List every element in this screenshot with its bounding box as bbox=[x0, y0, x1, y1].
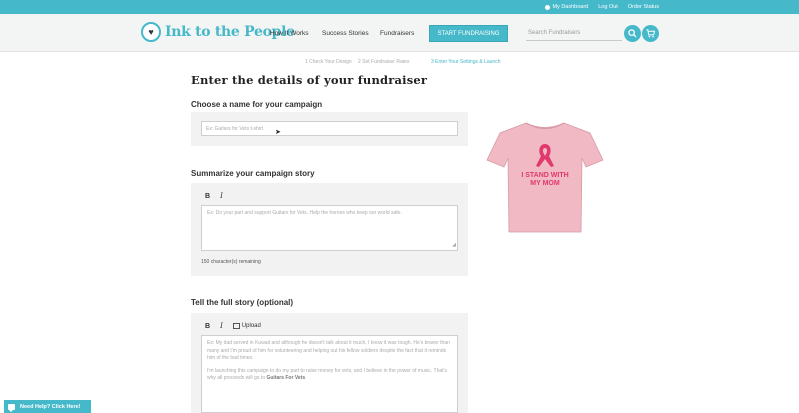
full-story-bold-button[interactable]: B bbox=[205, 323, 210, 330]
summary-toolbar: B I bbox=[205, 192, 223, 200]
mouse-cursor-icon: ➤ bbox=[275, 129, 281, 136]
my-dashboard-link[interactable]: My Dashboard bbox=[545, 4, 588, 10]
full-story-panel: B I Upload Ex: My dad served in Kuwait a… bbox=[191, 313, 468, 413]
summary-italic-button[interactable]: I bbox=[220, 192, 223, 200]
summary-bold-button[interactable]: B bbox=[205, 193, 210, 200]
characters-remaining: 150 character(s) remaining bbox=[201, 259, 261, 265]
campaign-summary-textarea[interactable]: Ex: Do your part and support Guitars for… bbox=[201, 205, 458, 251]
step-set-rates[interactable]: 2 Set Fundraiser Rates bbox=[358, 59, 409, 65]
paragraph-2-suffix: . bbox=[305, 375, 307, 381]
full-story-textarea[interactable]: Ex: My dad served in Kuwait and although… bbox=[201, 335, 458, 413]
need-help-label: Need Help? Click Here! bbox=[20, 403, 81, 410]
nav-how-it-works[interactable]: How It Works bbox=[270, 30, 309, 37]
shirt-line-2: MY MOM bbox=[530, 180, 560, 187]
site-header: ♥ Ink to the People How It Works Success… bbox=[0, 14, 799, 52]
resize-handle-icon[interactable]: ◢ bbox=[452, 242, 456, 250]
user-icon bbox=[545, 4, 551, 10]
order-status-link[interactable]: Order Status bbox=[628, 4, 659, 10]
page-title: Enter the details of your fundraiser bbox=[191, 73, 428, 87]
nav-success-stories[interactable]: Success Stories bbox=[322, 30, 369, 37]
nav-fundraisers[interactable]: Fundraisers bbox=[380, 30, 414, 37]
need-help-button[interactable]: Need Help? Click Here! bbox=[4, 400, 91, 413]
campaign-summary-panel: B I Ex: Do your part and support Guitars… bbox=[191, 183, 468, 276]
full-story-paragraph-2: I'm launching this campaign to do my par… bbox=[207, 368, 452, 383]
heart-logo-icon: ♥ bbox=[141, 22, 161, 42]
search-icon bbox=[628, 29, 637, 38]
search-input[interactable]: Search Fundraisers bbox=[526, 26, 622, 41]
top-utility-bar: My Dashboard Log Out Order Status bbox=[0, 0, 799, 14]
full-story-italic-button[interactable]: I bbox=[220, 322, 223, 330]
campaign-name-label: Choose a name for your campaign bbox=[191, 100, 323, 109]
step-check-design[interactable]: 1 Check Your Design bbox=[305, 59, 352, 65]
my-dashboard-label: My Dashboard bbox=[552, 4, 589, 10]
paragraph-2-bold: Guitars For Vets bbox=[266, 375, 306, 381]
shirt-line-1: I STAND WITH bbox=[521, 172, 568, 179]
step-settings-launch: 3 Enter Your Settings & Launch bbox=[431, 59, 501, 65]
summary-placeholder: Ex: Do your part and support Guitars for… bbox=[207, 210, 402, 216]
start-fundraising-button[interactable]: START FUNDRAISING bbox=[429, 25, 508, 42]
full-story-toolbar: B I Upload bbox=[205, 322, 261, 330]
chat-icon bbox=[8, 403, 15, 412]
search-button[interactable] bbox=[624, 25, 641, 42]
campaign-summary-label: Summarize your campaign story bbox=[191, 169, 315, 178]
upload-image-button[interactable]: Upload bbox=[232, 323, 261, 329]
upload-label: Upload bbox=[241, 323, 261, 329]
cart-button[interactable] bbox=[642, 25, 659, 42]
campaign-name-input[interactable]: Ex: Guitars for Vets t-shirt bbox=[201, 121, 458, 136]
paragraph-2-text: I'm launching this campaign to do my par… bbox=[207, 367, 447, 382]
tshirt-image: I STAND WITH MY MOM bbox=[486, 122, 604, 233]
logout-link[interactable]: Log Out bbox=[598, 4, 618, 10]
tshirt-preview: I STAND WITH MY MOM bbox=[486, 120, 604, 235]
full-story-paragraph-1: Ex: My dad served in Kuwait and although… bbox=[207, 340, 450, 361]
image-icon bbox=[232, 323, 240, 329]
campaign-name-panel: Ex: Guitars for Vets t-shirt ➤ bbox=[191, 112, 468, 146]
full-story-label: Tell the full story (optional) bbox=[191, 298, 294, 307]
cart-icon bbox=[646, 29, 655, 38]
